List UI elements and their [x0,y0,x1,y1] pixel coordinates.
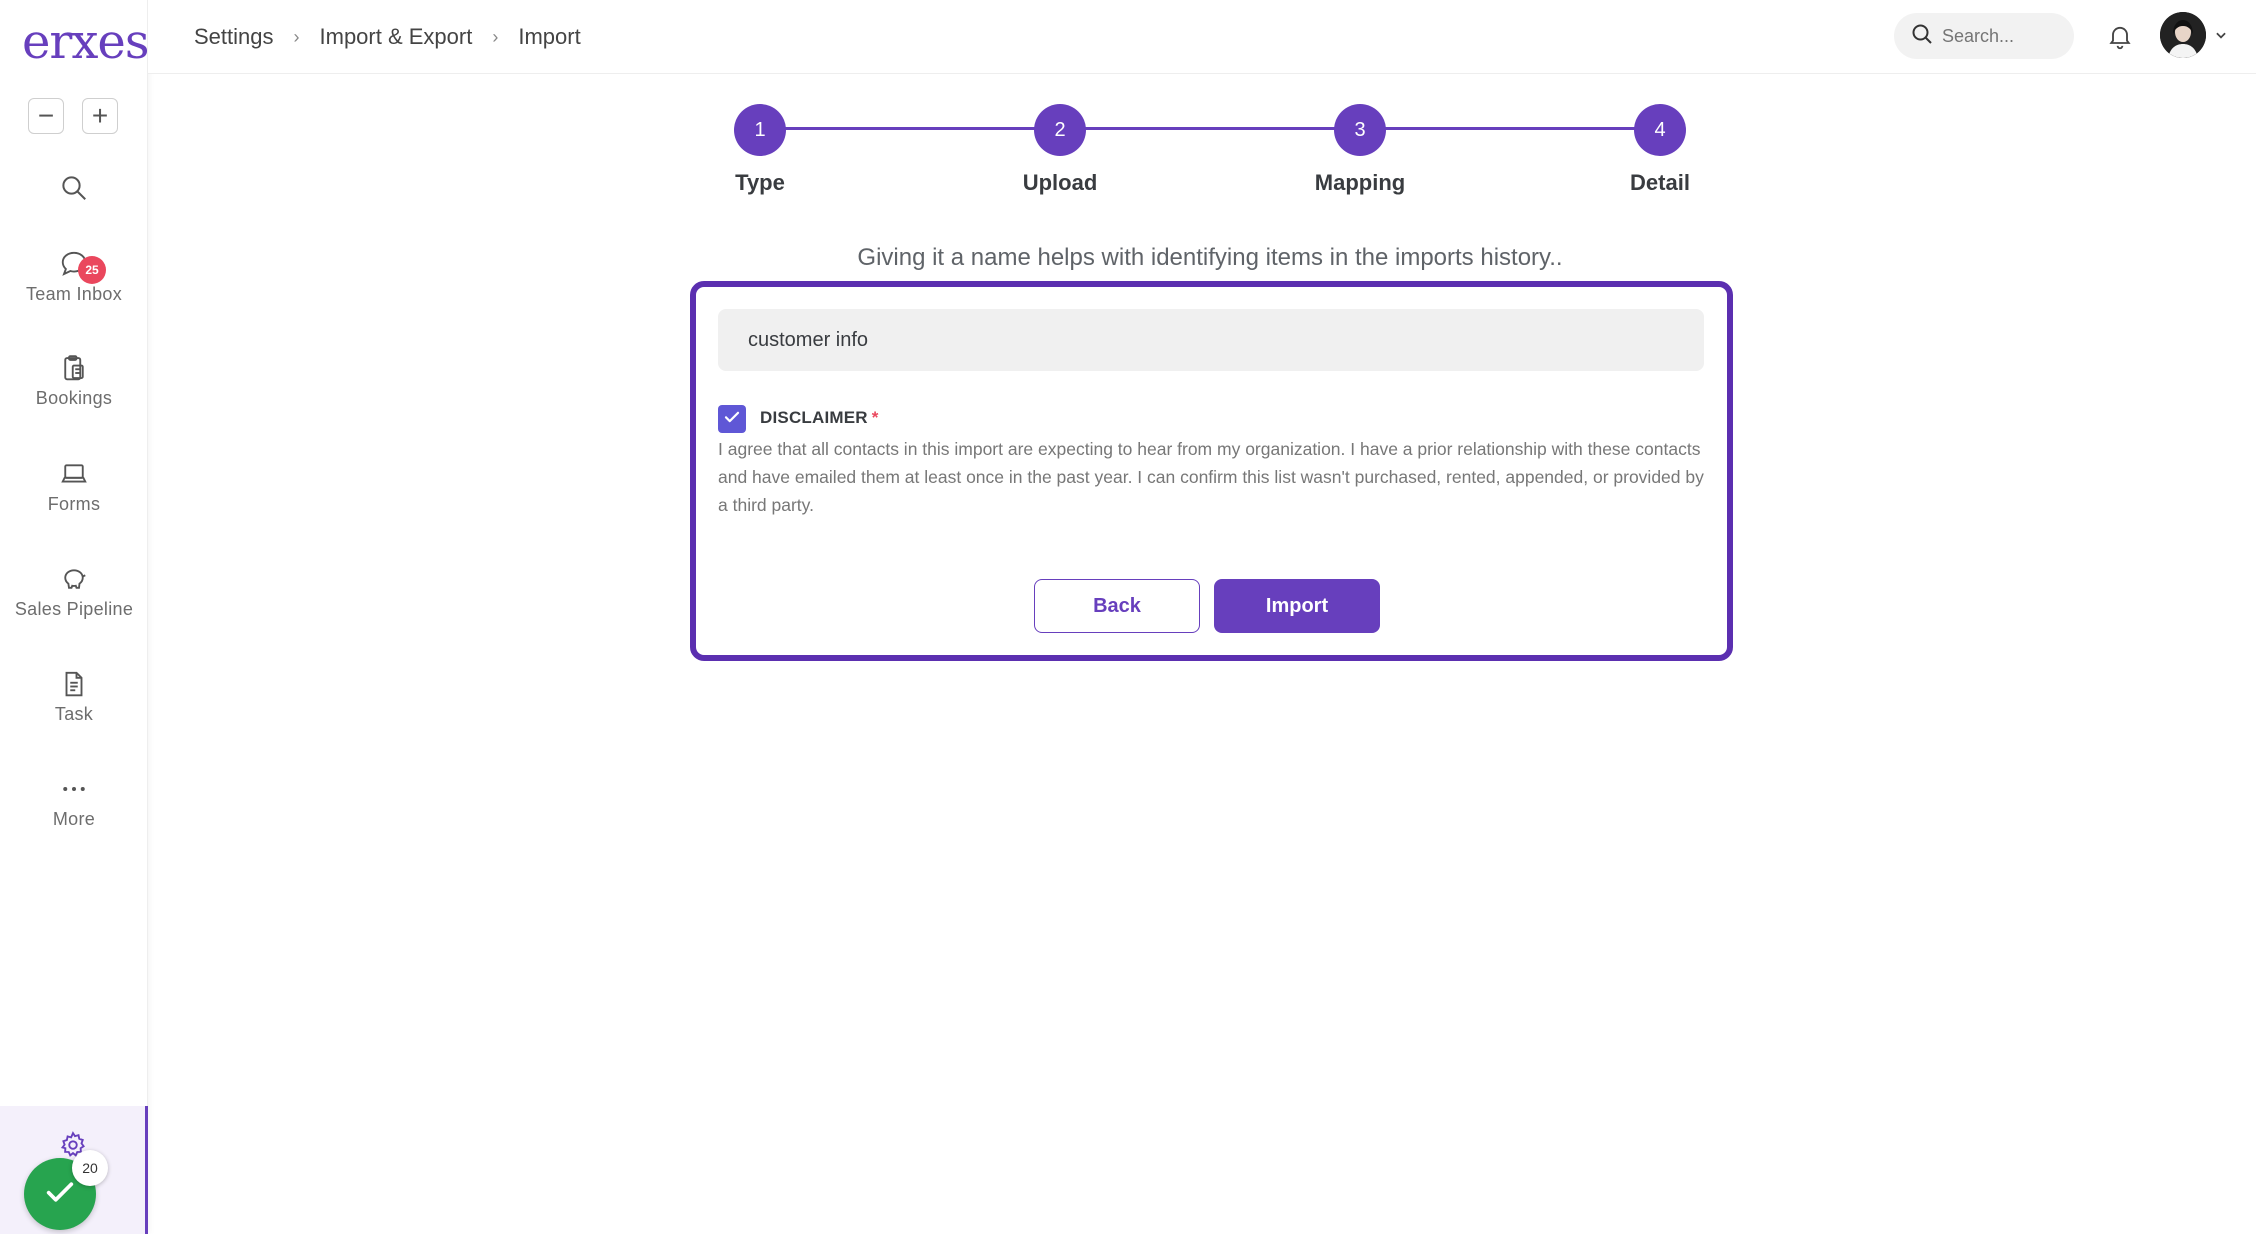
step-type[interactable]: 1 Type [734,104,786,195]
more-icon [58,773,90,805]
sidebar-item-label: Forms [47,494,101,514]
breadcrumb-import-export[interactable]: Import & Export [320,24,473,50]
notification-count-badge: 20 [72,1150,108,1186]
breadcrumb-import: Import [518,24,581,49]
bell-icon[interactable] [2106,22,2134,55]
sidebar-item-more[interactable]: More [0,773,148,830]
step-mapping[interactable]: 3 Mapping [1315,104,1405,195]
breadcrumb-settings[interactable]: Settings [194,24,274,50]
step-number: 4 [1634,104,1686,156]
chat-icon: 25 [58,248,106,284]
import-detail-panel: DISCLAIMER* I agree that all contacts in… [690,281,1733,661]
step-number: 3 [1334,104,1386,156]
step-label: Upload [1022,170,1098,195]
stepper-line [760,127,1666,130]
app-root: erxes − + 25 Team Inbox Bookings Forms S… [0,0,2256,1234]
disclaimer-title: DISCLAIMER * [760,408,879,428]
avatar[interactable] [2160,12,2206,58]
sidebar-item-task[interactable]: Task [0,668,148,725]
disclaimer-text: I agree that all contacts in this import… [718,439,1704,515]
step-detail[interactable]: 4 Detail [1630,104,1690,195]
search-icon [1910,22,1934,51]
disclaimer-title-text: DISCLAIMER [760,408,868,427]
logo[interactable]: erxes [22,14,149,70]
sidebar-item-search[interactable] [0,172,148,204]
required-mark: * [871,408,879,427]
sidebar-item-sales-pipeline[interactable]: Sales Pipeline [0,563,148,620]
search-input[interactable] [1942,25,2062,47]
disclaimer-checkbox[interactable] [718,405,746,433]
team-inbox-badge: 25 [78,256,106,284]
laptop-icon [58,458,90,490]
zoom-in-button[interactable]: + [82,98,118,134]
clipboard-icon [58,352,90,384]
sidebar-item-label: More [52,809,96,829]
sidebar-item-label: Sales Pipeline [14,599,134,619]
chevron-right-icon: › [293,26,300,47]
step-number: 2 [1034,104,1086,156]
breadcrumb: Settings › Import & Export › Import [194,24,581,50]
import-name-hint: Giving it a name helps with identifying … [857,244,1563,271]
sidebar: erxes − + 25 Team Inbox Bookings Forms S… [0,0,149,1234]
search-box[interactable] [1894,13,2074,59]
zoom-out-button[interactable]: − [28,98,64,134]
check-icon [723,408,741,431]
sidebar-item-bookings[interactable]: Bookings [0,352,148,409]
search-icon [58,172,90,204]
step-number: 1 [734,104,786,156]
chevron-right-icon: › [492,26,499,47]
import-name-input[interactable] [718,309,1704,371]
back-button[interactable]: Back [1034,579,1200,633]
sidebar-item-team-inbox[interactable]: 25 Team Inbox [0,248,148,305]
sidebar-item-forms[interactable]: Forms [0,458,148,515]
check-icon [43,1175,77,1214]
sidebar-item-label: Team Inbox [25,284,123,304]
zoom-controls: − + [28,98,118,134]
step-label: Mapping [1314,170,1406,195]
top-header: Settings › Import & Export › Import [148,0,2256,74]
sidebar-item-label: Task [54,704,94,724]
chevron-down-icon[interactable] [2214,28,2228,47]
import-stepper: 1 Type 2 Upload 3 Mapping 4 Detail [734,104,1692,195]
step-label: Type [735,170,785,195]
sidebar-item-label: Bookings [35,388,113,408]
import-button[interactable]: Import [1214,579,1380,633]
piggy-bank-icon [58,563,90,595]
step-upload[interactable]: 2 Upload [1023,104,1097,195]
file-icon [58,668,90,700]
step-label: Detail [1630,170,1690,195]
